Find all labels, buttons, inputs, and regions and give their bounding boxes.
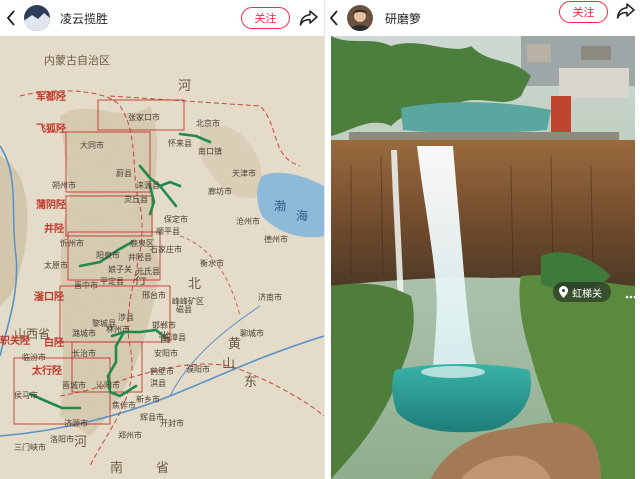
city-label: 朔州市 xyxy=(52,180,76,190)
city-label: 灵丘县 xyxy=(124,195,148,204)
region-label: 河 xyxy=(178,79,191,94)
right-post-panel: 研磨箩 关注 虹梯关 xyxy=(324,0,640,479)
waterfall-photo xyxy=(331,36,635,479)
region-label: 山 xyxy=(222,357,235,372)
region-label: 北 xyxy=(188,277,201,292)
city-label: 沧州市 xyxy=(236,216,260,226)
city-label: 保定市 xyxy=(164,214,188,224)
city-label: 邢台市 xyxy=(142,290,166,300)
city-label: 三门峡市 xyxy=(14,442,46,452)
region-label: 渤 xyxy=(274,199,286,213)
pass-label: 军都陉 xyxy=(36,90,66,103)
city-label: 元氏县 xyxy=(136,267,160,276)
city-label: 怀来县 xyxy=(168,138,192,148)
more-dots-icon[interactable] xyxy=(625,287,637,299)
author-name[interactable]: 凌云揽胜 xyxy=(60,10,108,27)
left-post-panel: 凌云揽胜 关注 内蒙古自治区 河 北 省 山西省 河 南 省 山 东 黄 行 渤… xyxy=(0,0,324,479)
follow-button[interactable]: 关注 xyxy=(559,1,608,23)
city-label: 沁阳市 xyxy=(96,380,120,390)
city-label: 峰峰矿区 xyxy=(172,296,204,306)
city-label: 娘子关 xyxy=(108,264,132,274)
city-label: 太原市 xyxy=(44,260,68,270)
back-icon[interactable] xyxy=(2,6,20,30)
region-label: 南 xyxy=(110,460,123,476)
region-label: 河 xyxy=(74,435,87,450)
city-label: 忻州市 xyxy=(60,238,84,248)
city-label: 晋城市 xyxy=(62,380,86,390)
city-label: 济南市 xyxy=(258,292,282,302)
pass-label: 白陉 xyxy=(44,336,64,349)
city-label: 石家庄市 xyxy=(150,244,182,254)
region-label: 东 xyxy=(244,375,257,390)
city-label: 天津市 xyxy=(232,168,256,178)
historical-map: 内蒙古自治区 河 北 省 山西省 河 南 省 山 东 黄 行 渤 海 北京市 天… xyxy=(0,36,324,479)
city-label: 聊城市 xyxy=(240,328,264,338)
pass-label: 轵关陉 xyxy=(0,334,30,347)
city-label: 辉县市 xyxy=(140,412,164,422)
city-label: 潞城市 xyxy=(72,328,96,338)
city-label: 鹿泉区 xyxy=(130,238,154,248)
author-avatar[interactable] xyxy=(24,5,50,31)
city-label: 临汾市 xyxy=(22,352,46,362)
pass-label: 滏口陉 xyxy=(34,290,64,303)
city-label: 洛阳市 xyxy=(50,434,74,444)
city-label: 邯郸市 xyxy=(152,320,176,330)
location-tag-label: 虹梯关 xyxy=(572,288,602,300)
pass-label: 太行陉 xyxy=(31,364,62,377)
location-pin-icon xyxy=(559,286,568,298)
city-label: 郑州市 xyxy=(118,430,142,440)
pass-label: 井陉 xyxy=(44,222,64,235)
author-name[interactable]: 研磨箩 xyxy=(385,10,421,27)
region-label: 黄 xyxy=(228,337,241,352)
city-label: 张家口市 xyxy=(128,112,160,122)
right-post-header: 研磨箩 关注 xyxy=(325,0,640,36)
city-label: 涉县 xyxy=(118,312,134,322)
city-label: 侯马市 xyxy=(14,390,38,400)
region-label: 省 xyxy=(156,461,169,476)
city-label: 濮阳市 xyxy=(186,364,210,374)
region-label: 海 xyxy=(296,208,308,223)
back-icon[interactable] xyxy=(325,6,343,30)
city-label: 焦作市 xyxy=(112,400,136,410)
city-label: 长治市 xyxy=(72,348,96,358)
city-label: 安阳市 xyxy=(154,348,178,358)
share-icon[interactable] xyxy=(298,7,320,29)
follow-button[interactable]: 关注 xyxy=(241,7,290,29)
city-label: 衡水市 xyxy=(200,258,224,268)
city-label: 顺平县 xyxy=(156,227,180,236)
city-label: 临漳县 xyxy=(162,332,186,342)
city-label: 淇县 xyxy=(150,379,166,388)
city-label: 新乡市 xyxy=(136,394,160,404)
author-avatar[interactable] xyxy=(347,5,373,31)
region-label: 内蒙古自治区 xyxy=(44,53,110,67)
city-label: 平定县 xyxy=(100,276,124,286)
location-tag[interactable]: 虹梯关 xyxy=(553,282,611,302)
city-label: 涞源县 xyxy=(136,181,160,190)
city-label: 黎城县 xyxy=(92,318,116,328)
city-label: 晋中市 xyxy=(74,280,98,290)
city-label: 北京市 xyxy=(196,118,220,128)
city-label: 鹤壁市 xyxy=(150,366,174,376)
share-icon[interactable] xyxy=(615,0,637,22)
city-label: 阳泉市 xyxy=(96,250,120,260)
left-post-header: 凌云揽胜 关注 xyxy=(0,0,324,36)
city-label: 大同市 xyxy=(80,140,104,150)
pass-label: 飞狐陉 xyxy=(36,122,66,135)
city-label: 济源市 xyxy=(64,418,88,428)
city-label: 蔚县 xyxy=(116,168,132,178)
city-label: 德州市 xyxy=(264,234,288,244)
city-label: 井陉县 xyxy=(128,252,152,262)
city-label: 廊坊市 xyxy=(208,186,232,196)
city-label: 南口镇 xyxy=(198,146,222,156)
pass-label: 蒲阴陉 xyxy=(36,198,66,211)
